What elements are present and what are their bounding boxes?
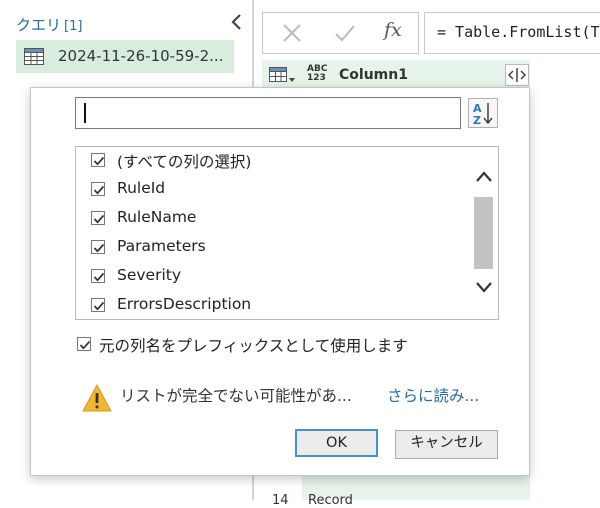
checkbox[interactable] xyxy=(91,240,105,254)
formula-input[interactable]: = Table.FromList(T xyxy=(424,12,600,54)
commit-formula-icon[interactable] xyxy=(334,22,356,44)
formula-text: = Table.FromList(T xyxy=(437,23,600,41)
table-icon xyxy=(24,48,44,69)
cancel-formula-icon[interactable] xyxy=(281,22,303,44)
column-option-label: RuleId xyxy=(117,179,166,197)
text-cursor xyxy=(84,103,86,123)
checkbox[interactable] xyxy=(91,153,105,167)
load-more-link[interactable]: さらに読み... xyxy=(387,384,479,406)
row-number: 14 xyxy=(272,493,289,508)
column-option-label: Parameters xyxy=(117,237,206,255)
queries-title: クエリ xyxy=(16,16,62,34)
column-search-input[interactable] xyxy=(75,97,461,129)
query-name: 2024-11-26-10-59-2... xyxy=(58,47,224,65)
row-value[interactable]: Record xyxy=(308,493,353,508)
select-all-columns-item[interactable]: (すべての列の選択) xyxy=(76,147,466,176)
checkbox[interactable] xyxy=(91,211,105,225)
collapse-pane-icon[interactable] xyxy=(229,12,245,32)
column-checklist: (すべての列の選択) RuleId RuleName Parameters Se… xyxy=(75,146,499,320)
column-name: Column1 xyxy=(339,67,408,83)
column-item-errorsdescription[interactable]: ErrorsDescription xyxy=(76,292,466,319)
list-scrollbar[interactable] xyxy=(471,147,498,319)
expand-columns-dialog: A Z (すべての列の選択) RuleId RuleName Parameter… xyxy=(30,87,530,476)
fx-icon[interactable]: fx xyxy=(384,19,402,41)
scroll-up-icon[interactable] xyxy=(473,167,495,187)
checkbox[interactable] xyxy=(91,182,105,196)
type-label-bottom: 123 xyxy=(307,73,326,83)
column-item-parameters[interactable]: Parameters xyxy=(76,234,466,263)
expand-column-icon[interactable] xyxy=(505,64,529,86)
scroll-thumb[interactable] xyxy=(474,197,493,269)
column-option-label: ErrorsDescription xyxy=(117,295,252,313)
prefix-checkbox[interactable] xyxy=(77,337,91,351)
type-any-icon[interactable]: ABC 123 xyxy=(307,65,327,83)
queries-count: [1] xyxy=(64,19,83,34)
prefix-label: 元の列名をプレフィックスとして使用します xyxy=(99,337,408,355)
checkbox[interactable] xyxy=(91,269,105,283)
warning-icon xyxy=(81,383,113,417)
cancel-button-label: キャンセル xyxy=(410,435,483,451)
column-option-label: RuleName xyxy=(117,208,197,226)
warning-text: リストが完全でない可能性があ... xyxy=(120,387,352,405)
prefix-option[interactable]: 元の列名をプレフィックスとして使用します xyxy=(75,334,495,356)
sort-az-button[interactable]: A Z xyxy=(468,98,498,128)
ok-button-label: OK xyxy=(326,435,347,451)
column-option-label: (すべての列の選択) xyxy=(117,153,252,171)
column-item-rulename[interactable]: RuleName xyxy=(76,205,466,234)
queries-header: クエリ [1] xyxy=(16,14,82,35)
ok-button[interactable]: OK xyxy=(295,429,378,457)
column-option-label: Severity xyxy=(117,266,182,284)
cancel-button[interactable]: キャンセル xyxy=(395,430,498,459)
table-menu-icon[interactable] xyxy=(269,67,297,89)
scroll-down-icon[interactable] xyxy=(473,277,495,297)
column-item-ruleid[interactable]: RuleId xyxy=(76,176,466,205)
query-item[interactable]: 2024-11-26-10-59-2... xyxy=(16,40,234,73)
column-item-severity[interactable]: Severity xyxy=(76,263,466,292)
svg-text:Z: Z xyxy=(473,114,481,127)
checkbox[interactable] xyxy=(91,298,105,312)
formula-buttons: fx xyxy=(262,12,419,54)
